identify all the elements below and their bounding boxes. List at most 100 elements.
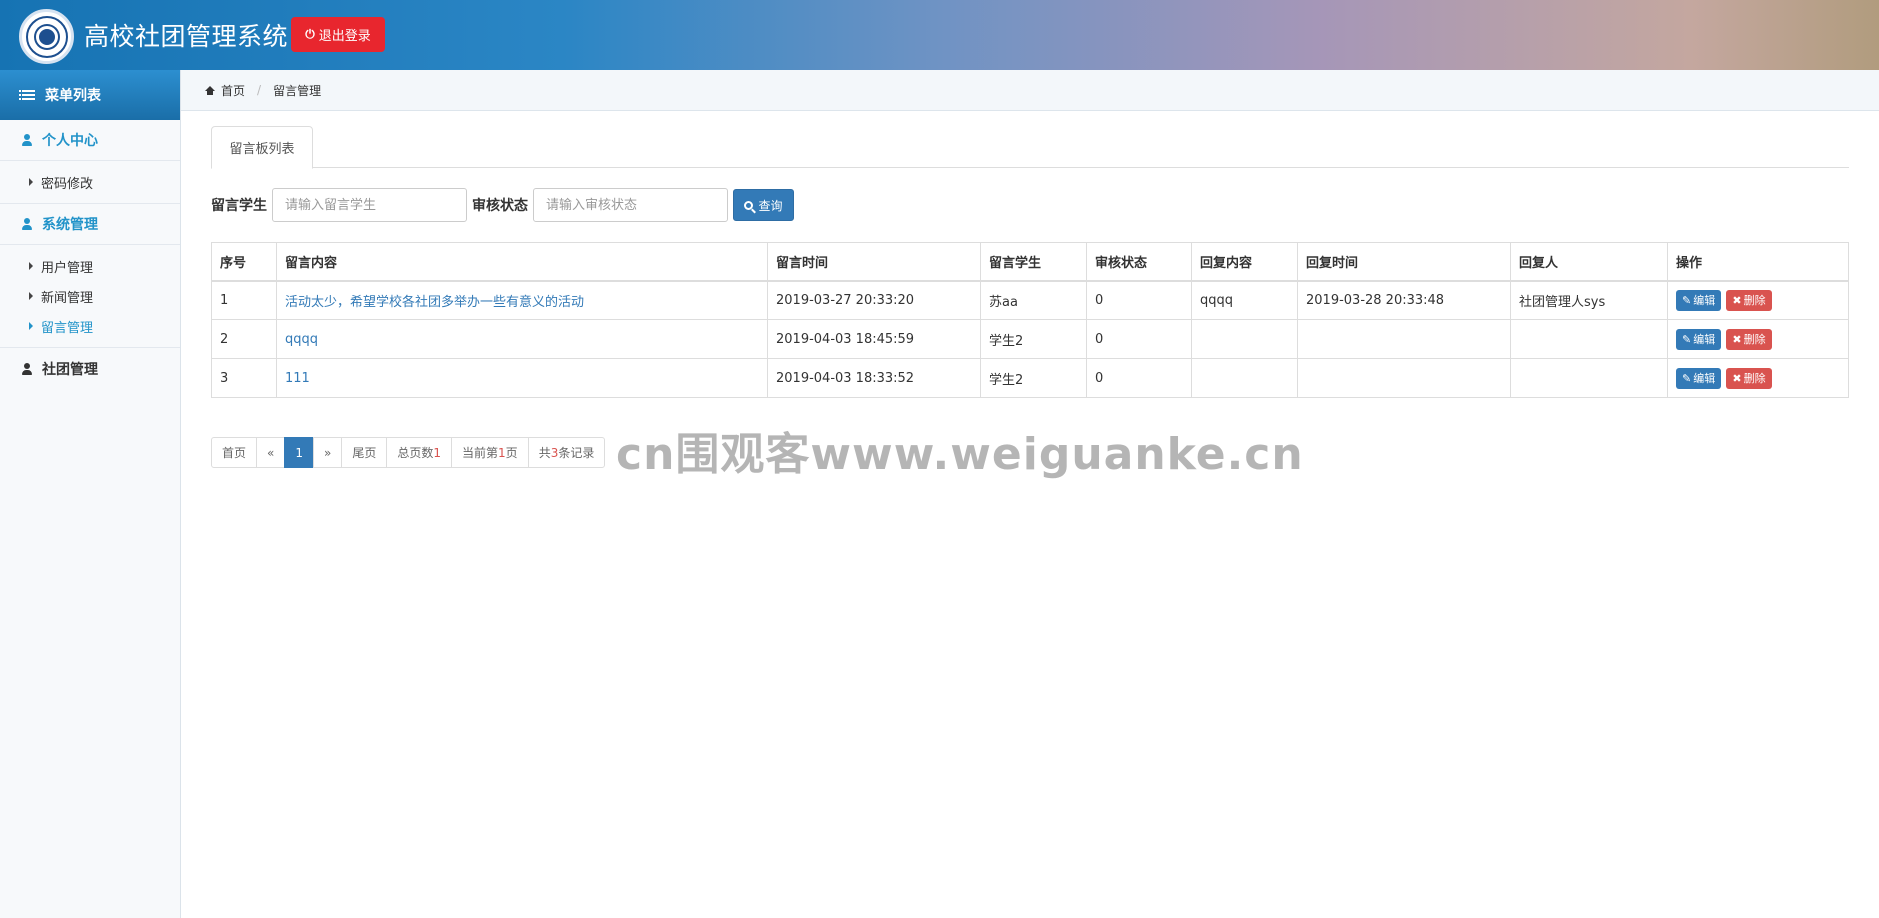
delete-button[interactable]: ✖ 删除: [1726, 328, 1772, 350]
student-label: 留言学生: [211, 198, 267, 214]
cell-reply-time: [1297, 358, 1511, 398]
cell-reply-content: qqqq: [1191, 280, 1298, 320]
header-actions: 操作: [1667, 242, 1849, 282]
cell-content-link[interactable]: 111: [276, 358, 768, 398]
tab-bar: 留言板列表: [211, 126, 1849, 169]
edit-button[interactable]: ✎ 编辑: [1676, 328, 1722, 350]
delete-button[interactable]: ✖ 删除: [1726, 289, 1772, 311]
breadcrumb-home[interactable]: 首页: [221, 82, 245, 99]
pencil-icon: ✎: [1682, 332, 1692, 346]
pagination: 首页 « 1 » 尾页 总页数 1 当前第 1 页 共 3 条记录: [211, 437, 606, 468]
pager-first[interactable]: 首页: [211, 437, 258, 468]
header-time: 留言时间: [767, 242, 981, 282]
header-replier: 回复人: [1510, 242, 1668, 282]
cell-actions: ✎ 编辑 ✖ 删除: [1667, 319, 1849, 359]
cell-student: 学生2: [980, 358, 1087, 398]
cell-replier: [1510, 358, 1668, 398]
cell-index: 3: [211, 358, 277, 398]
cell-content-link[interactable]: qqqq: [276, 319, 768, 359]
cell-reply-time: 2019-03-28 20:33:48: [1297, 280, 1511, 320]
status-label: 审核状态: [472, 198, 528, 214]
delete-button[interactable]: ✖ 删除: [1726, 367, 1772, 389]
cell-time: 2019-04-03 18:45:59: [767, 319, 981, 359]
query-button[interactable]: 查询: [733, 189, 794, 221]
caret-right-icon: [29, 322, 33, 330]
pager-total-records: 共 3 条记录: [527, 437, 606, 468]
cell-index: 2: [211, 319, 277, 359]
group-label: 社团管理: [42, 361, 98, 378]
cell-time: 2019-03-27 20:33:20: [767, 280, 981, 320]
menu-title-label: 菜单列表: [45, 88, 101, 104]
search-icon: [744, 200, 754, 210]
sidebar-group-clubs[interactable]: 社团管理: [0, 348, 180, 389]
cell-status: 0: [1086, 319, 1192, 359]
sidebar-item-news[interactable]: 新闻管理: [0, 281, 180, 311]
sidebar-item-messages[interactable]: 留言管理: [0, 311, 180, 341]
pager-total-pages: 总页数 1: [386, 437, 453, 468]
sidebar-group-personal[interactable]: 个人中心: [0, 120, 180, 161]
header-student: 留言学生: [980, 242, 1087, 282]
sidebar-group-system[interactable]: 系统管理: [0, 204, 180, 245]
pager-current-page[interactable]: 1: [284, 437, 314, 468]
user-icon: [22, 362, 32, 375]
cell-content-link[interactable]: 活动太少，希望学校各社团多举办一些有意义的活动: [276, 280, 768, 320]
caret-right-icon: [29, 262, 33, 270]
close-icon: ✖: [1732, 332, 1742, 346]
pencil-icon: ✎: [1682, 371, 1692, 385]
header-content: 留言内容: [276, 242, 768, 282]
cell-student: 学生2: [980, 319, 1087, 359]
pager-last[interactable]: 尾页: [341, 437, 388, 468]
header-reply-content: 回复内容: [1191, 242, 1298, 282]
edit-button[interactable]: ✎ 编辑: [1676, 289, 1722, 311]
cell-student: 苏aa: [980, 280, 1087, 320]
search-form: 留言学生 审核状态 查询: [211, 188, 794, 222]
breadcrumb-current: 留言管理: [273, 83, 322, 98]
close-icon: ✖: [1732, 293, 1742, 307]
student-search-input[interactable]: [272, 188, 467, 222]
group-label: 系统管理: [42, 217, 98, 233]
cell-status: 0: [1086, 280, 1192, 320]
cell-actions: ✎ 编辑 ✖ 删除: [1667, 358, 1849, 398]
pager-prev[interactable]: «: [256, 437, 286, 468]
tab-message-list[interactable]: 留言板列表: [211, 126, 313, 169]
message-table: 序号 留言内容 留言时间 留言学生 审核状态 回复内容 回复时间 回复人 操作 …: [211, 242, 1849, 398]
cell-replier: [1510, 319, 1668, 359]
sidebar-menu-title: 菜单列表: [0, 70, 180, 120]
logout-label: 退出登录: [318, 29, 371, 44]
caret-right-icon: [29, 178, 33, 186]
header-index: 序号: [211, 242, 277, 282]
top-header: 高校社团管理系统 ⏻ 退出登录: [0, 0, 1879, 70]
table-row: 1 活动太少，希望学校各社团多举办一些有意义的活动 2019-03-27 20:…: [211, 280, 1849, 320]
user-icon: [22, 218, 32, 230]
breadcrumb-separator: /: [257, 83, 262, 97]
header-reply-time: 回复时间: [1297, 242, 1511, 282]
cell-index: 1: [211, 280, 277, 320]
sidebar: 菜单列表 个人中心 密码修改 系统管理 用户管理 新闻管理 留言管理 社团管理: [0, 70, 181, 918]
list-icon: [19, 90, 35, 100]
pager-current-indicator: 当前第 1 页: [451, 437, 529, 468]
cell-reply-time: [1297, 319, 1511, 359]
logout-button[interactable]: ⏻ 退出登录: [291, 17, 385, 52]
table-row: 2 qqqq 2019-04-03 18:45:59 学生2 0 ✎ 编辑 ✖ 删除: [211, 319, 1849, 359]
table-header-row: 序号 留言内容 留言时间 留言学生 审核状态 回复内容 回复时间 回复人 操作: [211, 242, 1849, 282]
table-row: 3 111 2019-04-03 18:33:52 学生2 0 ✎ 编辑 ✖ 删除: [211, 358, 1849, 398]
user-icon: [22, 134, 32, 146]
watermark: cn围观客www.weiguanke.cn: [616, 429, 1304, 480]
edit-button[interactable]: ✎ 编辑: [1676, 367, 1722, 389]
home-icon: [205, 85, 215, 95]
header-status: 审核状态: [1086, 242, 1192, 282]
breadcrumb: 首页 / 留言管理: [181, 70, 1879, 111]
university-logo: [19, 9, 74, 64]
status-search-input[interactable]: [533, 188, 728, 222]
cell-status: 0: [1086, 358, 1192, 398]
close-icon: ✖: [1732, 371, 1742, 385]
sidebar-item-users[interactable]: 用户管理: [0, 251, 180, 281]
power-icon: ⏻: [305, 27, 315, 41]
cell-reply-content: [1191, 319, 1298, 359]
cell-replier: 社团管理人sys: [1510, 280, 1668, 320]
cell-reply-content: [1191, 358, 1298, 398]
pencil-icon: ✎: [1682, 293, 1692, 307]
cell-actions: ✎ 编辑 ✖ 删除: [1667, 280, 1849, 320]
pager-next[interactable]: »: [313, 437, 343, 468]
sidebar-item-password[interactable]: 密码修改: [0, 167, 180, 197]
